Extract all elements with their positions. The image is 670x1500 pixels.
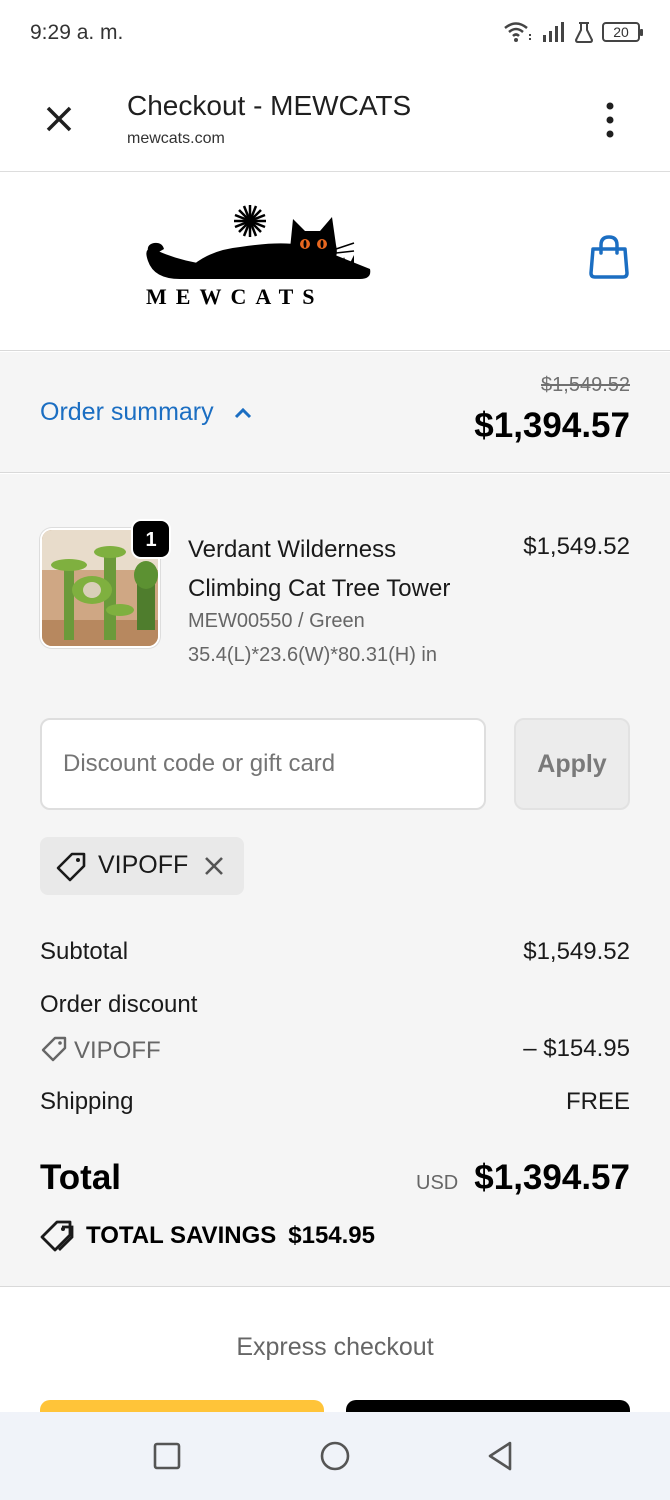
applied-discount-chip: VIPOFF xyxy=(40,837,244,895)
applied-code: VIPOFF xyxy=(98,851,189,879)
express-checkout-section: Express checkout xyxy=(0,1288,670,1440)
original-total: $1,549.52 xyxy=(541,374,630,396)
discount-value: – $154.95 xyxy=(523,1035,630,1062)
discount-code-input[interactable] xyxy=(40,718,486,810)
discount-code-label: VIPOFF xyxy=(74,1037,161,1064)
total-savings: TOTAL SAVINGS $154.95 xyxy=(40,1219,375,1253)
order-discount-label: Order discount xyxy=(40,991,198,1018)
quantity-badge: 1 xyxy=(131,519,171,559)
close-icon[interactable] xyxy=(40,100,78,138)
subtotal-row: Subtotal $1,549.52 xyxy=(40,938,630,966)
status-bar: 9:29 a. m. 20 xyxy=(0,0,670,66)
product-dimensions: 35.4(L)*23.6(W)*80.31(H) in xyxy=(188,644,437,666)
shipping-value: FREE xyxy=(565,1088,630,1115)
order-details: 1 Verdant Wilderness Climbing Cat Tree T… xyxy=(0,474,670,1287)
product-name: Verdant Wilderness Climbing Cat Tree Tow… xyxy=(188,536,451,602)
flask-icon xyxy=(575,22,593,43)
signal-icon xyxy=(543,22,564,42)
page-title: Checkout - MEWCATS xyxy=(127,90,412,121)
savings-tag-icon xyxy=(40,1220,74,1252)
status-time: 9:29 a. m. xyxy=(30,21,124,44)
savings-value: $154.95 xyxy=(288,1222,376,1249)
brand-wordmark: MEWCATS xyxy=(146,284,324,309)
browser-toolbar: Checkout - MEWCATS mewcats.com xyxy=(0,66,670,172)
battery-icon: 20 xyxy=(602,22,643,42)
total-label: Total xyxy=(40,1158,122,1197)
product-price: $1,549.52 xyxy=(523,533,630,560)
page-url: mewcats.com xyxy=(127,130,225,147)
tag-icon xyxy=(56,852,86,882)
wifi-icon xyxy=(504,22,531,42)
status-icons: 20 xyxy=(503,20,643,44)
subtotal-label: Subtotal xyxy=(40,938,129,965)
shipping-row: Shipping FREE xyxy=(40,1088,630,1116)
order-summary-toggle[interactable]: Order summary $1,549.52 $1,394.57 xyxy=(0,352,670,473)
recent-apps-icon[interactable] xyxy=(151,1440,183,1472)
order-summary-label[interactable]: Order summary xyxy=(40,398,214,427)
subtotal-value: $1,549.52 xyxy=(523,938,630,965)
more-vert-icon[interactable] xyxy=(598,100,622,140)
product-variant: MEW00550 / Green xyxy=(188,610,365,632)
shipping-label: Shipping xyxy=(40,1088,134,1115)
shopping-bag-icon[interactable] xyxy=(588,235,630,279)
express-checkout-label: Express checkout xyxy=(236,1333,434,1361)
order-discount-row: Order discount xyxy=(40,991,630,1019)
total-currency: USD xyxy=(416,1172,459,1194)
savings-label: TOTAL SAVINGS xyxy=(86,1222,277,1249)
discount-code-row: VIPOFF – $154.95 xyxy=(40,1035,630,1065)
remove-discount-icon[interactable] xyxy=(202,854,226,878)
store-header: MEWCATS xyxy=(0,173,670,351)
chevron-up-icon[interactable] xyxy=(232,405,254,421)
tag-icon xyxy=(41,1036,67,1062)
home-icon[interactable] xyxy=(319,1440,351,1472)
apply-button[interactable]: Apply xyxy=(514,718,630,810)
total-value: $1,394.57 xyxy=(474,1158,630,1197)
navigation-bar xyxy=(0,1412,670,1500)
back-icon[interactable] xyxy=(484,1440,516,1472)
summary-total: $1,394.57 xyxy=(474,406,630,445)
